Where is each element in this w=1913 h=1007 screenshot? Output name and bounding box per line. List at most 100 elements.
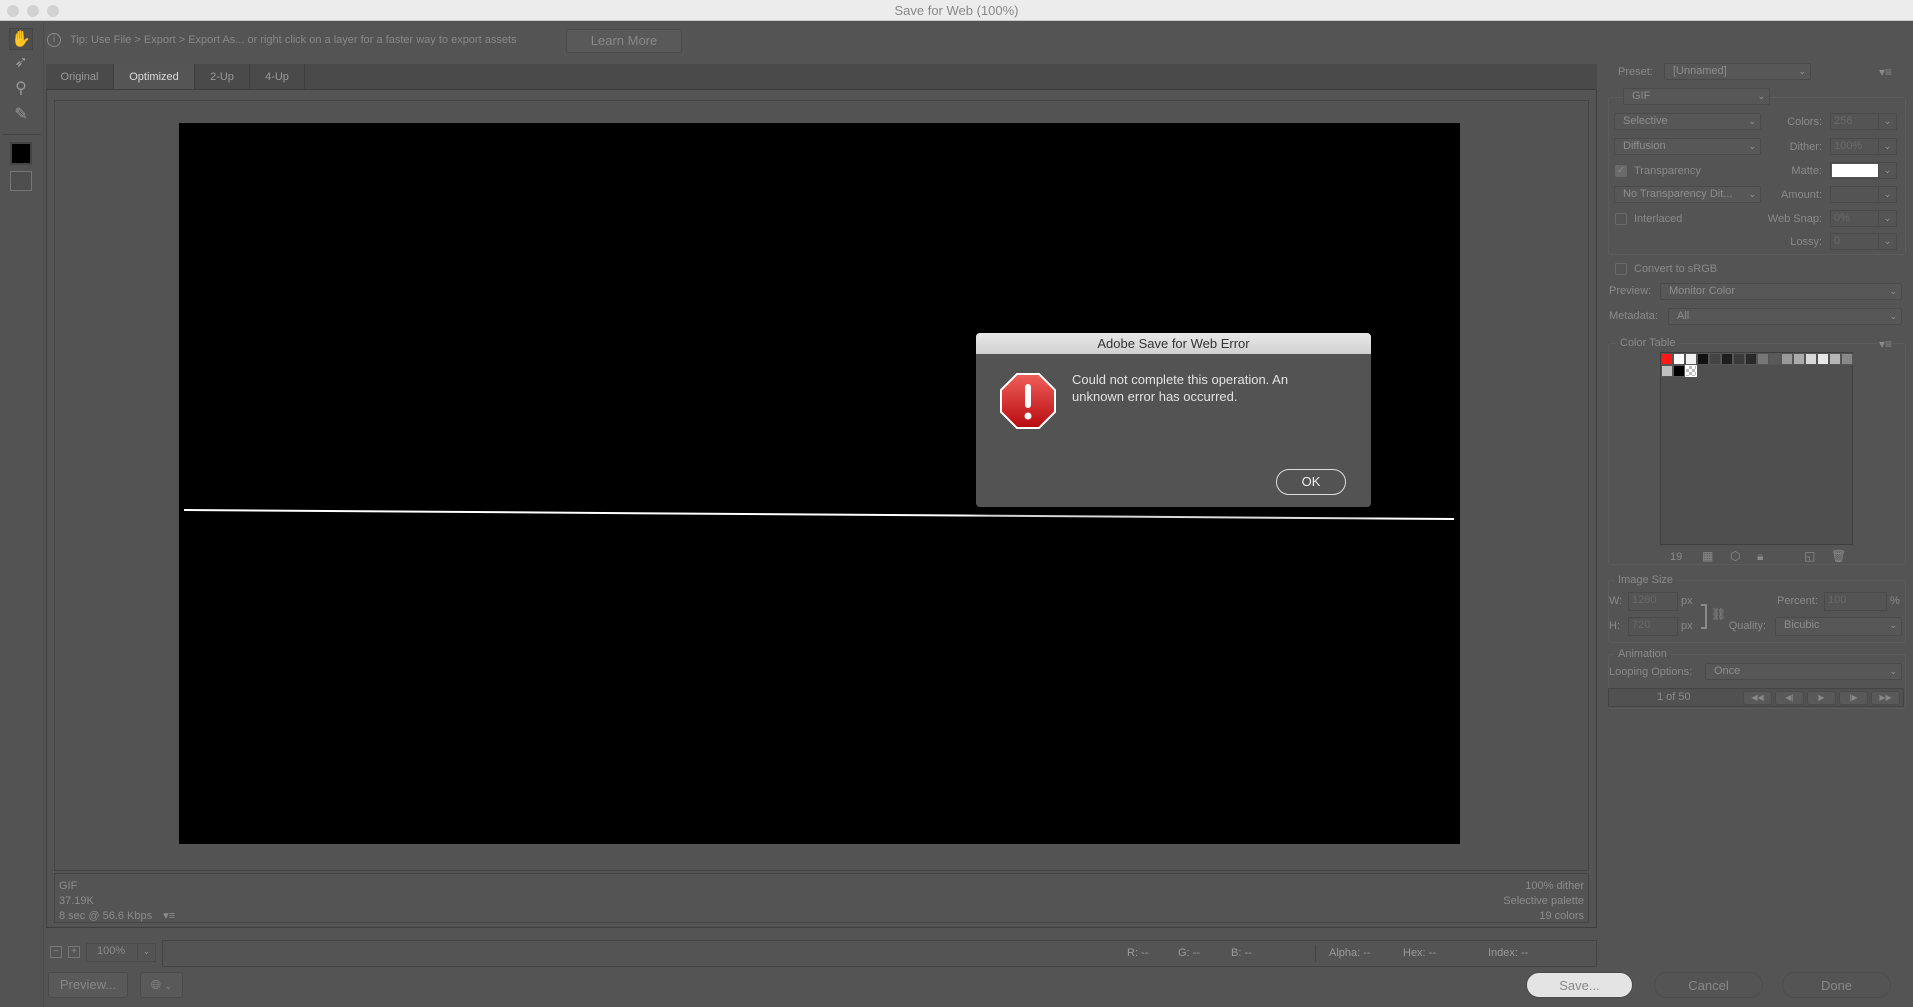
color-swatch[interactable] (1817, 353, 1829, 365)
zoom-tool-icon[interactable]: ⚲ (9, 78, 33, 100)
tab-original[interactable]: Original (46, 64, 114, 90)
interlaced-checkbox[interactable] (1615, 213, 1627, 225)
ok-button[interactable]: OK (1276, 469, 1346, 495)
color-swatch[interactable] (1661, 353, 1673, 365)
color-swatch[interactable] (1769, 353, 1781, 365)
looping-select[interactable]: Once ⌄ (1705, 663, 1902, 680)
cancel-button[interactable]: Cancel (1654, 972, 1763, 998)
looping-value: Once (1714, 665, 1741, 677)
last-frame-button[interactable]: ▶▶ (1871, 691, 1900, 705)
info-download-time: 8 sec @ 56.6 Kbps (59, 910, 153, 922)
web-snap-label: Web Snap: (1767, 213, 1822, 225)
amount-field[interactable]: ⌄ (1830, 186, 1897, 203)
preset-label: Preset: (1618, 66, 1653, 78)
color-swatch[interactable] (1805, 353, 1817, 365)
delete-color-icon[interactable]: 🗑︎ (1831, 549, 1846, 563)
link-icon[interactable]: ⛓︎ (1711, 607, 1726, 621)
width-value: 1280 (1632, 594, 1657, 606)
status-alpha: Alpha: -- (1329, 947, 1371, 959)
status-g: G: -- (1178, 947, 1200, 959)
color-swatch[interactable] (1673, 365, 1685, 377)
preset-select[interactable]: [Unnamed] ⌄ (1664, 63, 1811, 80)
transparency-checkbox[interactable]: ✓ (1615, 165, 1627, 177)
matte-select[interactable]: ⌄ (1830, 162, 1897, 179)
save-button[interactable]: Save... (1526, 972, 1633, 998)
zoom-window-button[interactable] (47, 5, 59, 17)
tab-optimized[interactable]: Optimized (114, 64, 195, 90)
metadata-label: Metadata: (1609, 310, 1658, 322)
quality-select[interactable]: Bicubic ⌄ (1775, 617, 1902, 636)
color-swatch[interactable] (1757, 353, 1769, 365)
transparency-dither-select[interactable]: No Transparency Dit... ⌄ (1614, 186, 1761, 203)
width-field[interactable]: 1280 (1628, 592, 1678, 611)
color-table-grid[interactable] (1660, 352, 1853, 545)
colors-field[interactable]: 256 ⌄ (1830, 113, 1897, 130)
color-swatch[interactable] (1673, 353, 1685, 365)
color-swatch[interactable] (1733, 353, 1745, 365)
minimize-window-button[interactable] (27, 5, 39, 17)
info-palette: Selective palette (1503, 895, 1584, 907)
percent-field[interactable]: 100 (1824, 592, 1887, 611)
hand-tool-icon[interactable]: ✋ (9, 28, 33, 50)
eyedropper-color-swatch[interactable] (10, 142, 32, 165)
color-swatch[interactable] (1685, 353, 1697, 365)
color-reduction-value: Selective (1623, 115, 1668, 127)
preset-value: [Unnamed] (1673, 65, 1727, 77)
zoom-level-select[interactable]: 100% ⌄ (86, 943, 156, 962)
play-button[interactable]: ▶ (1807, 691, 1836, 705)
tip-text: Tip: Use File > Export > Export As... or… (70, 34, 517, 46)
color-swatch[interactable] (1721, 353, 1733, 365)
web-shift-icon[interactable]: ▦ (1702, 549, 1713, 563)
dither-field[interactable]: 100% ⌄ (1830, 138, 1897, 155)
color-swatch[interactable] (1793, 353, 1805, 365)
tab-4-up[interactable]: 4-Up (250, 64, 305, 90)
color-swatch[interactable] (1709, 353, 1721, 365)
color-swatch[interactable] (1781, 353, 1793, 365)
color-swatch[interactable] (1685, 365, 1697, 377)
previous-frame-button[interactable]: ◀| (1775, 691, 1804, 705)
preview-in-browser-button[interactable]: Preview... (48, 972, 128, 998)
color-table-menu-icon[interactable]: ▾≡ (1879, 337, 1893, 351)
done-button[interactable]: Done (1782, 972, 1891, 998)
preview-color-select[interactable]: Monitor Color ⌄ (1660, 283, 1902, 300)
color-swatch[interactable] (1829, 353, 1841, 365)
color-swatch[interactable] (1841, 353, 1853, 365)
eyedropper-tool-icon[interactable]: ✎ (9, 104, 33, 126)
color-reduction-select[interactable]: Selective ⌄ (1614, 113, 1761, 130)
preview-color-value: Monitor Color (1669, 285, 1736, 297)
color-swatch[interactable] (1697, 353, 1709, 365)
dialog-title: Adobe Save for Web Error (976, 333, 1371, 354)
info-dither: 100% dither (1525, 880, 1584, 892)
learn-more-button[interactable]: Learn More (566, 29, 682, 53)
window-title: Save for Web (100%) (894, 3, 1019, 18)
color-swatch[interactable] (1661, 365, 1673, 377)
toggle-slices-icon[interactable] (10, 171, 32, 191)
first-frame-button[interactable]: ◀◀ (1743, 691, 1772, 705)
close-window-button[interactable] (7, 5, 19, 17)
zoom-in-button[interactable]: + (68, 946, 80, 958)
pixel-info-bar: R: -- G: -- B: -- Alpha: -- Hex: -- Inde… (162, 940, 1597, 967)
percent-label: Percent: (1777, 595, 1818, 607)
file-format-select[interactable]: GIF ⌄ (1623, 88, 1770, 105)
convert-srgb-checkbox[interactable] (1615, 263, 1627, 275)
web-snap-field[interactable]: 0% ⌄ (1830, 210, 1897, 227)
browser-select-button[interactable]: 🌐︎ ⌄ (140, 972, 183, 998)
metadata-select[interactable]: All ⌄ (1668, 308, 1902, 325)
web-snap-cube-icon[interactable]: ⬡ (1730, 549, 1740, 563)
next-frame-button[interactable]: |▶ (1839, 691, 1868, 705)
color-swatch[interactable] (1745, 353, 1757, 365)
new-color-icon[interactable]: ◱ (1804, 549, 1815, 563)
tab-2-up[interactable]: 2-Up (195, 64, 250, 90)
status-index: Index: -- (1488, 947, 1529, 959)
info-file-size: 37.19K (59, 895, 94, 907)
download-speed-menu-icon[interactable]: ▾≡ (163, 910, 175, 922)
lock-color-icon[interactable]: 🔒︎ (1757, 549, 1763, 564)
lossy-field[interactable]: 0 ⌄ (1830, 233, 1897, 250)
interlaced-label: Interlaced (1634, 213, 1683, 225)
height-field[interactable]: 720 (1628, 617, 1678, 636)
image-size-title: Image Size (1614, 574, 1678, 586)
optimize-menu-icon[interactable]: ▾≡ (1879, 65, 1892, 79)
zoom-out-button[interactable]: − (50, 946, 62, 958)
dither-algorithm-select[interactable]: Diffusion ⌄ (1614, 138, 1761, 155)
slice-select-tool-icon[interactable]: ➶ (9, 52, 33, 74)
